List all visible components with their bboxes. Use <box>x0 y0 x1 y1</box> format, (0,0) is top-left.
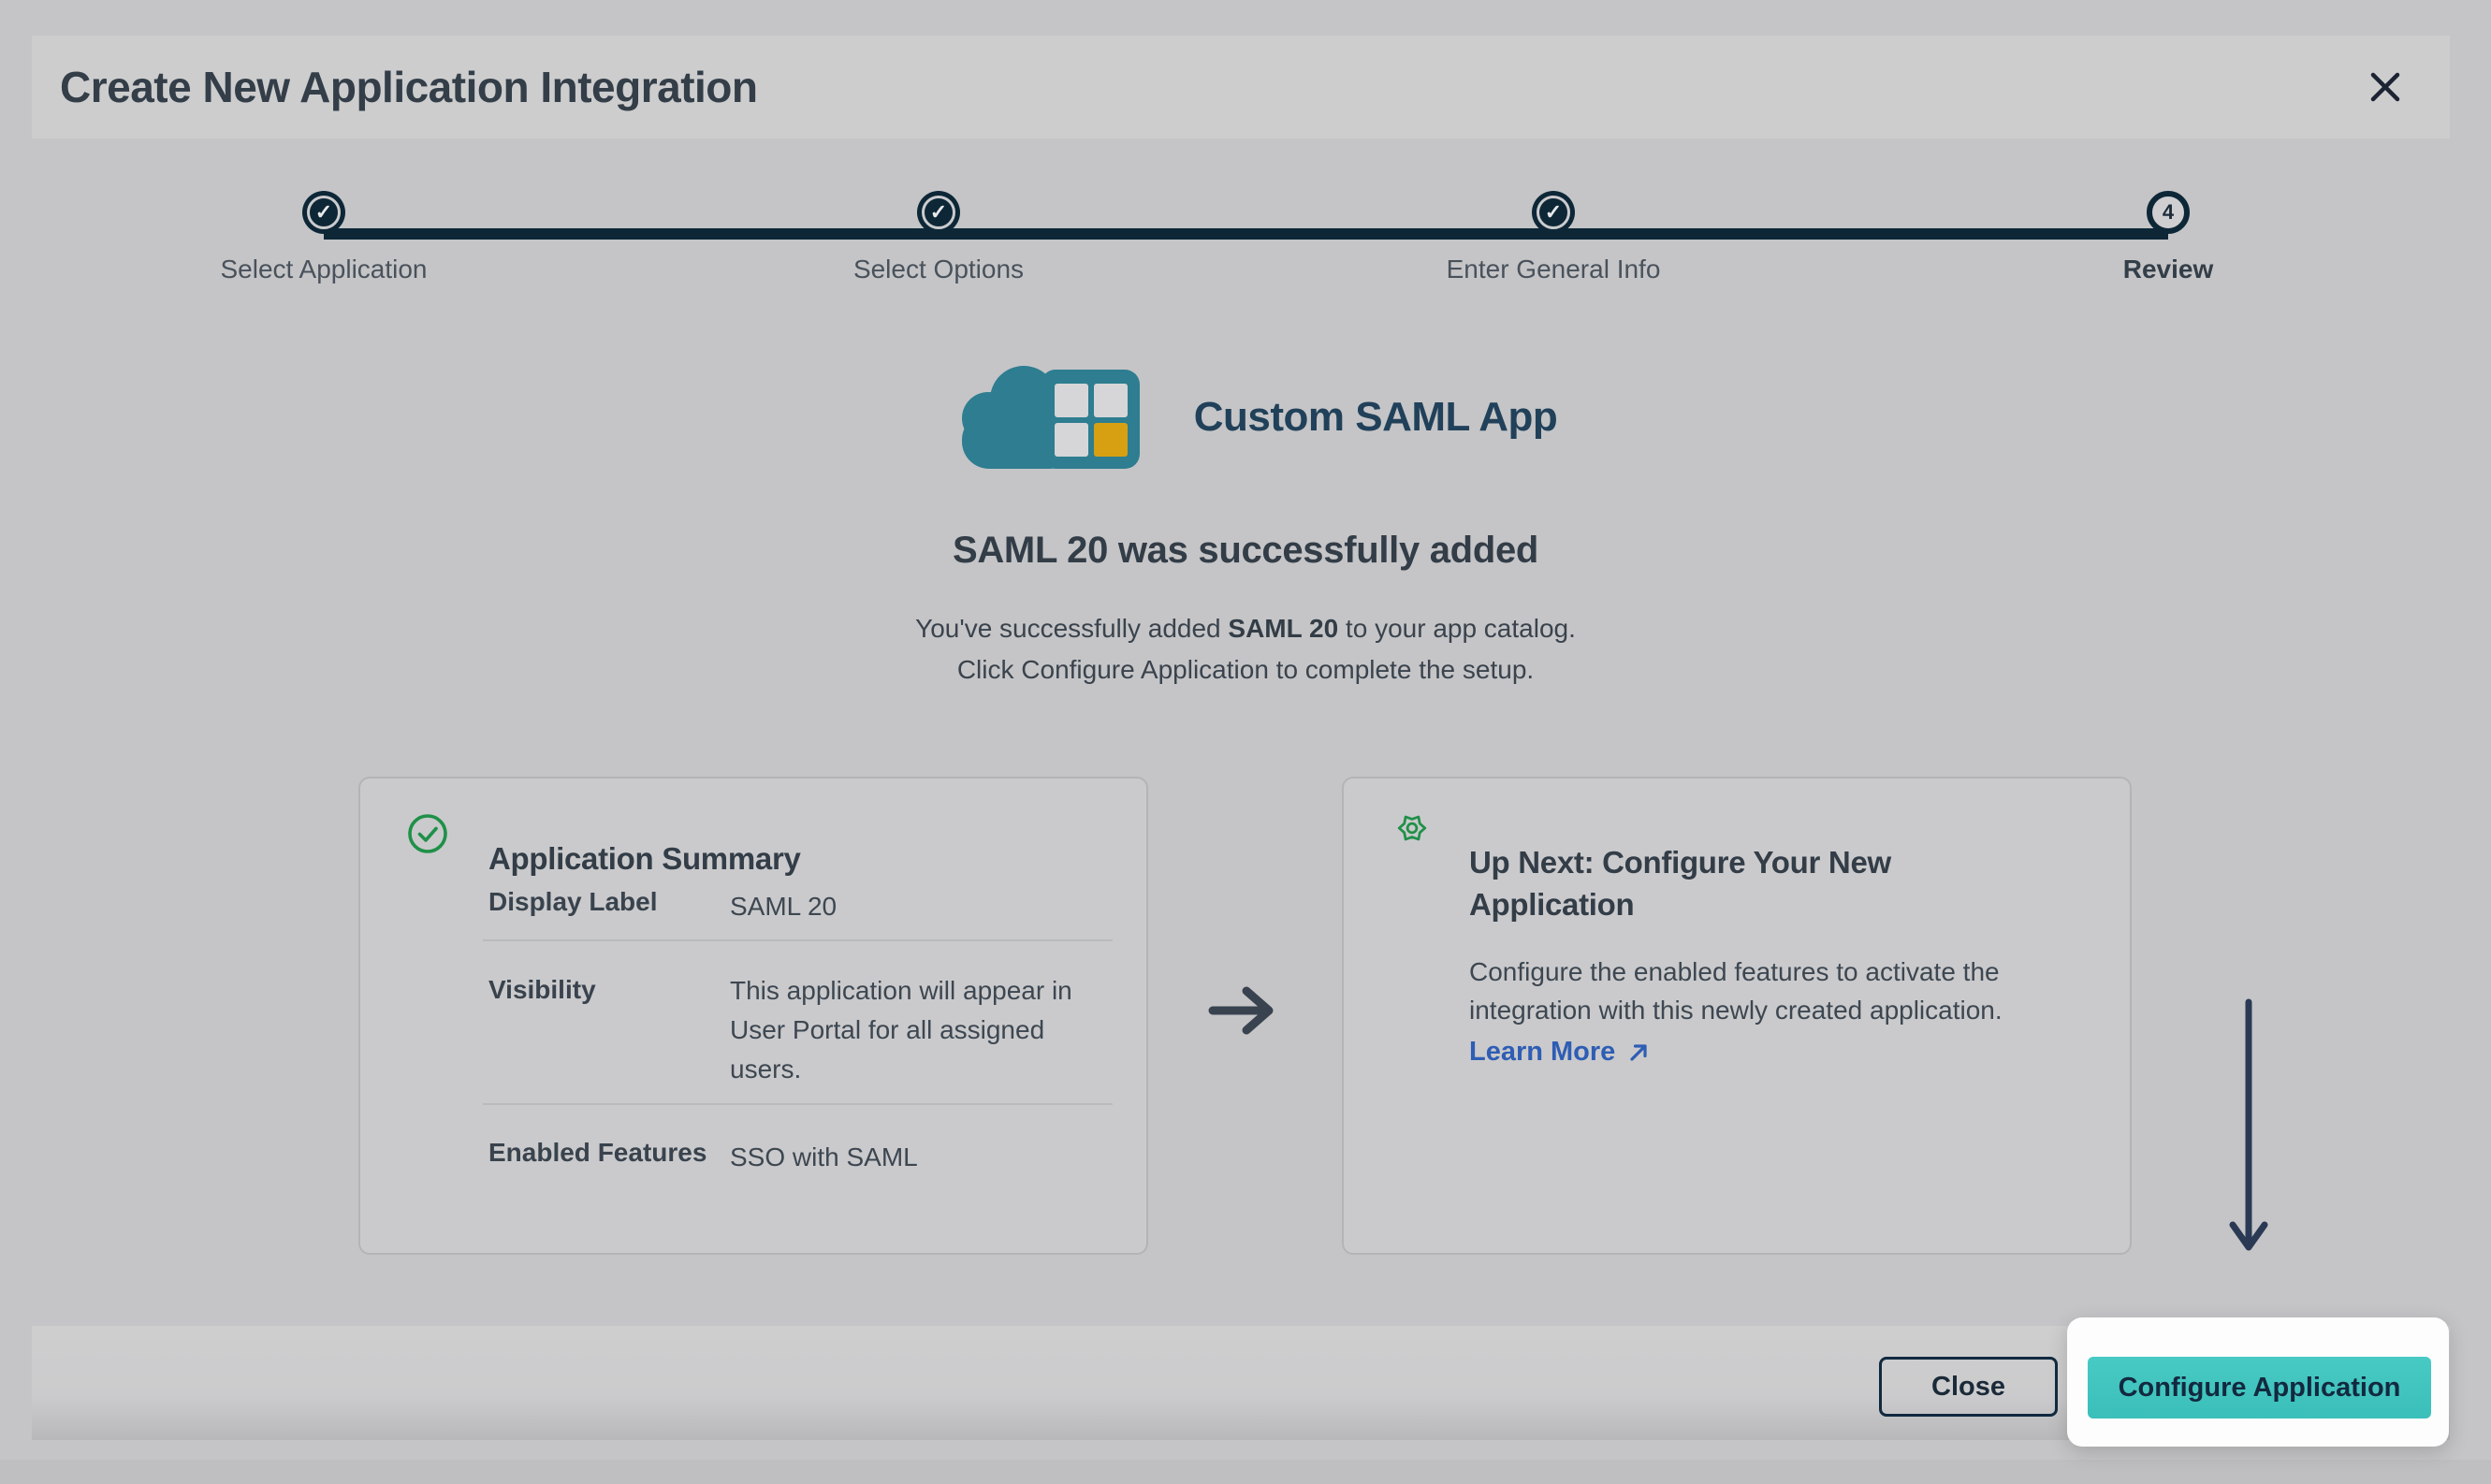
gear-icon <box>1396 812 1428 844</box>
success-message: You've successfully added SAML 20 to you… <box>0 608 2491 691</box>
row-divider <box>483 939 1113 941</box>
summary-row-label: Visibility <box>488 975 596 1005</box>
learn-more-label: Learn More <box>1469 1037 1615 1068</box>
summary-card-title: Application Summary <box>488 841 801 877</box>
step-label: Review <box>2018 255 2318 284</box>
check-circle-icon <box>406 812 449 855</box>
learn-more-link[interactable]: Learn More <box>1469 1037 1651 1068</box>
app-logo: Custom SAML App <box>0 352 2491 483</box>
summary-row-label: Display Label <box>488 887 658 917</box>
application-summary-card: Application Summary Display Label SAML 2… <box>358 777 1148 1255</box>
summary-row-value: This application will appear in User Por… <box>730 971 1114 1089</box>
arrow-down-icon <box>2227 995 2270 1275</box>
stepper-step-select-application: ✓ Select Application <box>174 191 473 284</box>
stepper-step-select-options: ✓ Select Options <box>789 191 1088 284</box>
step-label: Select Application <box>174 255 473 284</box>
modal-header: Create New Application Integration <box>32 36 2450 138</box>
configure-application-button[interactable]: Configure Application <box>2088 1357 2431 1419</box>
check-icon: ✓ <box>930 202 947 223</box>
arrow-right-icon <box>1205 980 1284 1041</box>
close-button[interactable] <box>2362 64 2409 110</box>
step-number: 4 <box>2163 200 2174 225</box>
stepper-progress-line <box>324 228 2168 240</box>
close-dialog-button[interactable]: Close <box>1879 1357 2058 1417</box>
step-complete-icon: ✓ <box>302 191 345 234</box>
success-message-line2: Click Configure Application to complete … <box>0 649 2491 691</box>
row-divider <box>483 1103 1113 1105</box>
page-title: Create New Application Integration <box>60 62 758 112</box>
step-label: Select Options <box>789 255 1088 284</box>
step-complete-icon: ✓ <box>917 191 960 234</box>
stepper-step-enter-general-info: ✓ Enter General Info <box>1404 191 1703 284</box>
custom-saml-app-logo-icon <box>934 355 1170 480</box>
wizard-stepper: ✓ Select Application ✓ Select Options ✓ … <box>0 138 2491 288</box>
check-icon: ✓ <box>1545 202 1562 223</box>
summary-row-label: Enabled Features <box>488 1138 707 1168</box>
step-current-icon: 4 <box>2147 191 2190 234</box>
close-icon <box>2367 69 2403 105</box>
summary-row-value: SAML 20 <box>730 887 1114 926</box>
success-message-line1: You've successfully added SAML 20 to you… <box>0 608 2491 649</box>
overlay-bottom-band <box>0 1460 2491 1484</box>
step-complete-icon: ✓ <box>1532 191 1575 234</box>
check-icon: ✓ <box>315 202 332 223</box>
stepper-step-review: 4 Review <box>2018 191 2318 284</box>
summary-row-value: SSO with SAML <box>730 1138 1114 1177</box>
external-link-icon <box>1626 1040 1651 1065</box>
up-next-card-title: Up Next: Configure Your New Application <box>1469 841 2059 925</box>
app-logo-label: Custom SAML App <box>1194 394 1557 441</box>
up-next-card-body: Configure the enabled features to activa… <box>1469 953 2087 1029</box>
step-label: Enter General Info <box>1404 255 1703 284</box>
up-next-card: Up Next: Configure Your New Application … <box>1342 777 2132 1255</box>
success-heading: SAML 20 was successfully added <box>0 530 2491 572</box>
modal-overlay: Create New Application Integration ✓ Sel… <box>0 0 2491 1484</box>
